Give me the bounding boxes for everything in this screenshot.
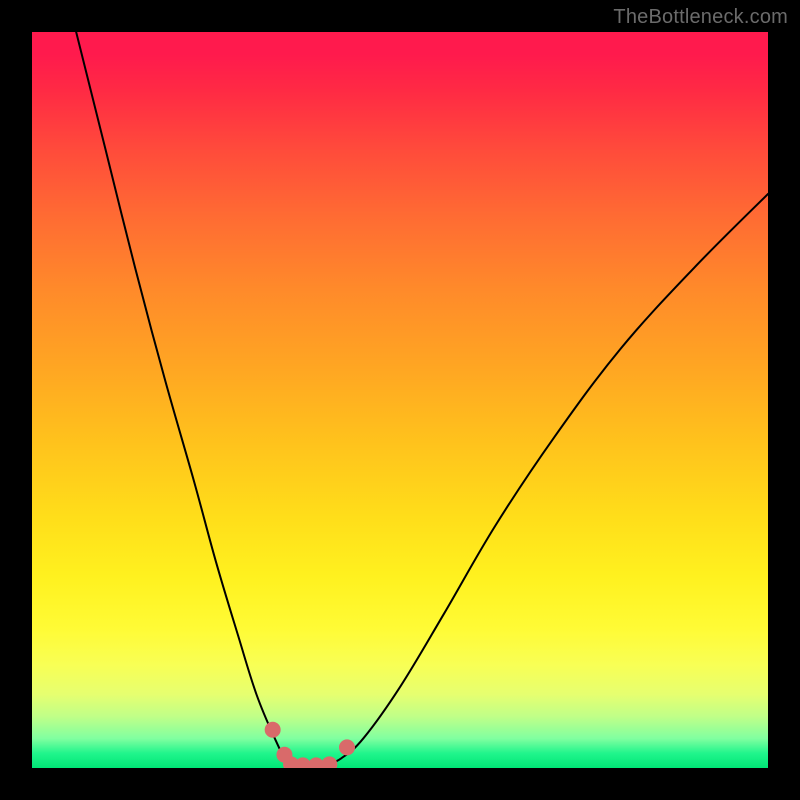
marker-floor-right	[321, 756, 337, 768]
marker-left-band-outer	[265, 722, 281, 738]
series-right-curve	[326, 194, 768, 765]
watermark-text: TheBottleneck.com	[613, 6, 788, 29]
marker-right-band-inner	[339, 739, 355, 755]
series-left-curve	[76, 32, 297, 765]
chart-frame: TheBottleneck.com	[0, 0, 800, 800]
curves-layer	[32, 32, 768, 768]
plot-area	[32, 32, 768, 768]
